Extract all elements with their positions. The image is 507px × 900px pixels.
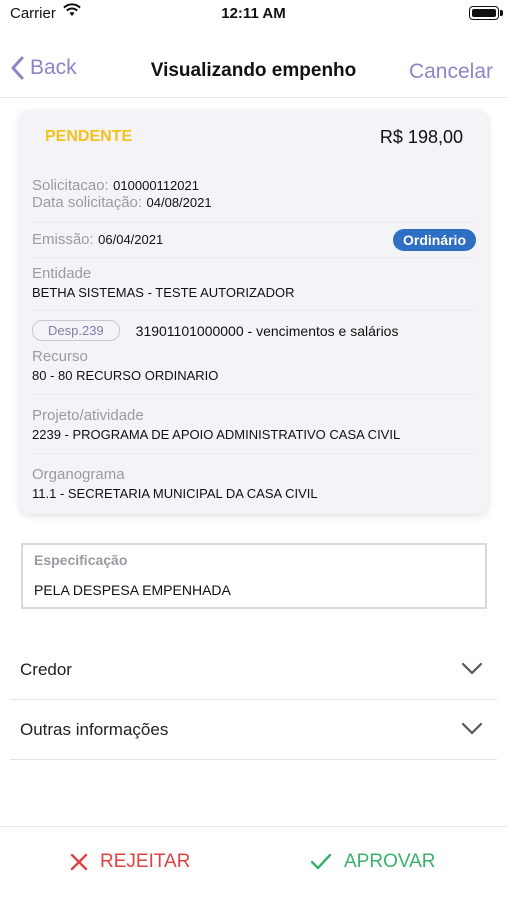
reject-button[interactable]: REJEITAR bbox=[70, 851, 190, 873]
status-bar: Carrier 12:11 AM bbox=[0, 0, 507, 26]
divider bbox=[32, 453, 476, 454]
approve-button[interactable]: APROVAR bbox=[310, 851, 436, 873]
divider bbox=[32, 222, 476, 223]
amount-value: R$ 198,00 bbox=[379, 127, 463, 147]
divider bbox=[32, 257, 476, 258]
close-icon bbox=[70, 853, 88, 871]
despesa-badge: Desp.239 bbox=[32, 320, 120, 341]
credor-title: Credor bbox=[20, 660, 72, 679]
outras-informacoes-section[interactable]: Outras informações bbox=[10, 700, 497, 760]
battery-icon bbox=[469, 6, 503, 20]
navigation-bar: Back Visualizando empenho Cancelar bbox=[0, 44, 507, 98]
despesa-block: Desp.239 31901101000000 - vencimentos e … bbox=[32, 320, 472, 341]
chevron-left-icon bbox=[11, 56, 24, 80]
cancel-button[interactable]: Cancelar bbox=[409, 60, 493, 84]
organograma-block: Organograma 11.1 - SECRETARIA MUNICIPAL … bbox=[32, 466, 318, 501]
solicitacao-value: 010000112021 bbox=[113, 178, 199, 193]
emissao-label: Emissão: bbox=[32, 231, 94, 248]
reject-label: REJEITAR bbox=[100, 851, 191, 872]
divider bbox=[32, 310, 476, 311]
tipo-badge: Ordinário bbox=[392, 229, 476, 251]
especificacao-box: Especificação PELA DESPESA EMPENHADA bbox=[21, 543, 487, 609]
solicitacao-label: Solicitacao: bbox=[32, 177, 109, 194]
projeto-label: Projeto/atividade bbox=[32, 407, 144, 424]
action-bar: REJEITAR APROVAR bbox=[0, 826, 507, 900]
divider bbox=[32, 394, 476, 395]
data-solicitacao-value: 04/08/2021 bbox=[146, 195, 212, 210]
projeto-value: 2239 - PROGRAMA DE APOIO ADMINISTRATIVO … bbox=[32, 427, 401, 442]
checkmark-icon bbox=[310, 853, 332, 870]
organograma-value: 11.1 - SECRETARIA MUNICIPAL DA CASA CIVI… bbox=[32, 486, 318, 501]
entidade-value: BETHA SISTEMAS - TESTE AUTORIZADOR bbox=[32, 285, 295, 300]
entidade-label: Entidade bbox=[32, 265, 92, 282]
emissao-value: 06/04/2021 bbox=[98, 232, 164, 247]
especificacao-label: Especificação bbox=[34, 552, 128, 568]
especificacao-value: PELA DESPESA EMPENHADA bbox=[34, 582, 231, 598]
solicitacao-block: Solicitacao: 010000112021 Data solicitaç… bbox=[32, 177, 212, 211]
approve-label: APROVAR bbox=[344, 851, 436, 872]
credor-section[interactable]: Credor bbox=[10, 640, 497, 700]
recurso-block: Recurso 80 - 80 RECURSO ORDINARIO bbox=[32, 348, 218, 383]
back-button[interactable]: Back bbox=[10, 56, 77, 80]
projeto-block: Projeto/atividade 2239 - PROGRAMA DE APO… bbox=[32, 407, 400, 442]
clock: 12:11 AM bbox=[221, 5, 286, 22]
recurso-label: Recurso bbox=[32, 348, 88, 365]
chevron-down-icon bbox=[461, 722, 483, 735]
empenho-summary-card: PENDENTE R$ 198,00 Solicitacao: 01000011… bbox=[20, 110, 488, 514]
chevron-down-icon bbox=[461, 662, 483, 675]
status-badge: PENDENTE bbox=[45, 128, 133, 145]
outras-informacoes-title: Outras informações bbox=[20, 720, 169, 739]
organograma-label: Organograma bbox=[32, 466, 125, 483]
data-solicitacao-label: Data solicitação: bbox=[32, 194, 143, 211]
emissao-block: Emissão: 06/04/2021 bbox=[32, 231, 163, 249]
despesa-value: 31901101000000 - vencimentos e salários bbox=[135, 322, 399, 339]
recurso-value: 80 - 80 RECURSO ORDINARIO bbox=[32, 368, 219, 383]
entidade-block: Entidade BETHA SISTEMAS - TESTE AUTORIZA… bbox=[32, 265, 294, 300]
back-label: Back bbox=[30, 56, 77, 79]
